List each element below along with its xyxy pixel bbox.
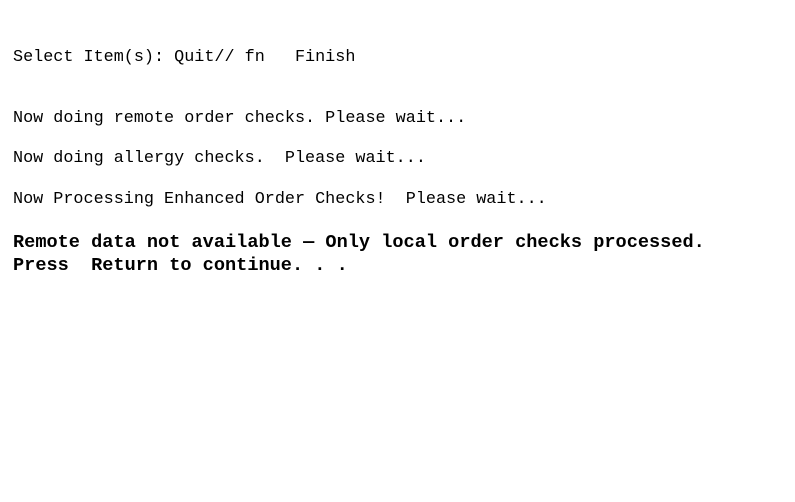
continue-prompt[interactable]: Press Return to continue. . . xyxy=(13,255,348,277)
remote-order-checks-status: Now doing remote order checks. Please wa… xyxy=(13,109,467,128)
allergy-checks-status: Now doing allergy checks. Please wait... xyxy=(13,149,426,168)
enhanced-order-checks-status: Now Processing Enhanced Order Checks! Pl… xyxy=(13,190,547,209)
terminal-screen[interactable]: Select Item(s): Quit// fn Finish Now doi… xyxy=(0,0,795,502)
remote-data-warning: Remote data not available — Only local o… xyxy=(13,232,705,253)
select-items-prompt: Select Item(s): Quit// fn Finish xyxy=(13,48,356,67)
